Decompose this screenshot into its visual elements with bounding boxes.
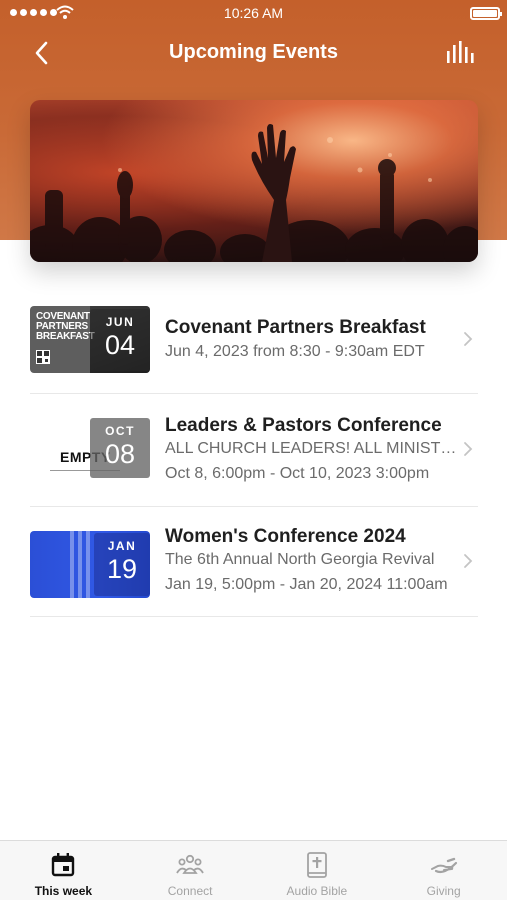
page-title: Upcoming Events (169, 41, 338, 63)
calendar-icon (52, 853, 75, 877)
event-row[interactable]: JAN 19 Women's Conference 2024 The 6th A… (30, 507, 478, 617)
event-date: Oct 8, 6:00pm - Oct 10, 2023 3:00pm (165, 465, 430, 482)
battery-icon (470, 7, 502, 20)
event-thumbnail: EMPTY OCT 08 (30, 418, 150, 485)
tab-audio-bible[interactable]: Audio Bible (254, 841, 381, 900)
event-date: Jan 19, 5:00pm - Jan 20, 2024 11:00am (165, 576, 448, 593)
tab-this-week[interactable]: This week (0, 841, 127, 900)
event-title: Women's Conference 2024 (165, 526, 406, 547)
status-bar: 10:26 AM (0, 0, 507, 26)
nav-bar: Upcoming Events (0, 30, 507, 76)
event-thumbnail: JAN 19 (30, 531, 150, 598)
thumbnail-stripe (70, 531, 74, 598)
bible-icon (306, 852, 327, 878)
badge-day: 19 (106, 554, 138, 584)
thumbnail-stripe (86, 531, 90, 598)
tab-label: Connect (167, 884, 213, 898)
event-description: The 6th Annual North Georgia Revival (165, 551, 435, 568)
tab-connect[interactable]: Connect (127, 841, 254, 900)
hero-banner-image (30, 100, 478, 262)
tab-label: This week (34, 884, 93, 898)
people-icon (176, 854, 204, 874)
badge-day: 04 (104, 330, 136, 360)
events-list: COVENANT PARTNERS BREAKFAST JUN 04 Coven… (30, 283, 478, 617)
event-row[interactable]: COVENANT PARTNERS BREAKFAST JUN 04 Coven… (30, 283, 478, 394)
event-row[interactable]: EMPTY OCT 08 Leaders & Pastors Conferenc… (30, 394, 478, 507)
event-description: ALL CHURCH LEADERS! ALL MINISTRY TEAMS! (165, 440, 460, 457)
chevron-right-icon (464, 332, 473, 346)
tab-label: Giving (426, 884, 461, 898)
status-time: 10:26 AM (223, 5, 284, 21)
event-date: Jun 4, 2023 from 8:30 - 9:30am EDT (165, 343, 425, 360)
event-title: Covenant Partners Breakfast (165, 317, 426, 338)
tab-bar: This week Connect Audio Bible Giving (0, 840, 507, 900)
thumbnail-stripe (78, 531, 82, 598)
tab-label: Audio Bible (286, 884, 348, 898)
badge-day: 08 (104, 439, 136, 469)
bar-chart-icon (447, 41, 474, 63)
stats-button[interactable] (444, 39, 476, 67)
badge-month: JUN (105, 315, 135, 329)
thumbnail-title: COVENANT PARTNERS BREAKFAST (36, 311, 95, 342)
date-badge: JAN 19 (94, 533, 150, 596)
giving-hand-icon (430, 857, 457, 874)
chevron-right-icon (464, 554, 473, 568)
date-badge: JUN 04 (90, 309, 150, 371)
chevron-right-icon (464, 442, 473, 456)
date-badge: OCT 08 (90, 418, 150, 478)
badge-month: OCT (105, 424, 135, 438)
badge-month: JAN (107, 539, 137, 553)
qr-code-icon (36, 350, 50, 364)
tab-giving[interactable]: Giving (380, 841, 507, 900)
event-thumbnail: COVENANT PARTNERS BREAKFAST JUN 04 (30, 306, 150, 373)
event-title: Leaders & Pastors Conference (165, 415, 442, 436)
